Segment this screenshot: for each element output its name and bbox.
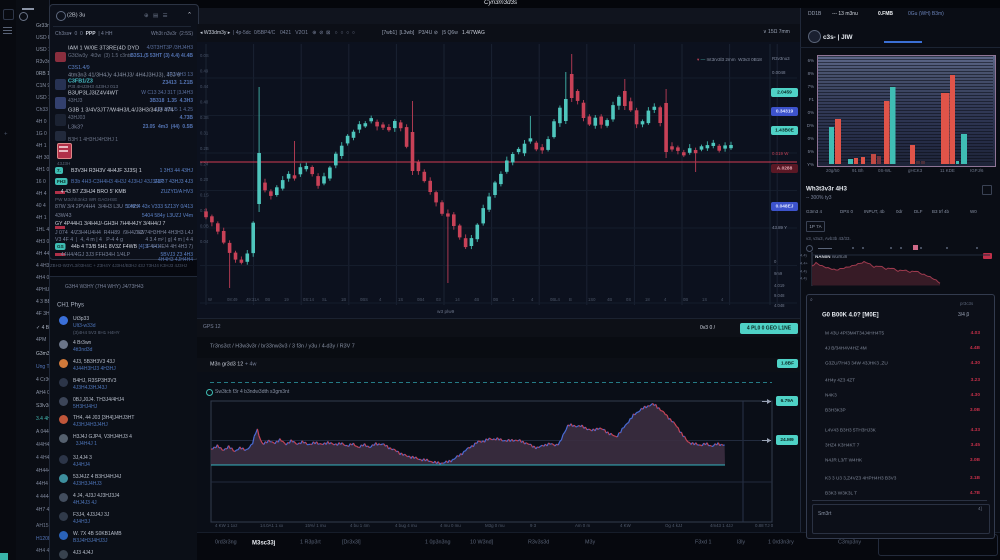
svg-text:M3g 0 mu: M3g 0 mu <box>485 523 505 528</box>
svg-text:4: 4 <box>721 297 724 302</box>
svg-text:0B: 0B <box>493 297 498 302</box>
svg-text:1S: 1S <box>702 297 707 302</box>
svg-text:B: B <box>569 297 572 302</box>
svg-text:0B: 0B <box>683 297 688 302</box>
svg-text:1S0: 1S0 <box>588 297 596 302</box>
svg-text:18: 18 <box>645 297 650 302</box>
svg-text:4: 4 <box>379 297 382 302</box>
svg-text:0.3S: 0.3S <box>200 115 209 120</box>
svg-text:9 3: 9 3 <box>530 523 537 528</box>
svg-text:15%/ 1 mu: 15%/ 1 mu <box>305 523 327 528</box>
svg-text:0.20: 0.20 <box>200 177 209 182</box>
svg-text:19: 19 <box>284 297 289 302</box>
svg-text:49:31A: 49:31A <box>246 297 259 302</box>
svg-text:4: 4 <box>664 297 667 302</box>
svg-text:4m43 1 4JJ: 4m43 1 4JJ <box>710 523 733 528</box>
svg-text:4 mu 0 mu: 4 mu 0 mu <box>440 523 461 528</box>
svg-text:4: 4 <box>531 297 534 302</box>
svg-text:1B: 1B <box>341 297 346 302</box>
svg-text:4 KW 1 1xz: 4 KW 1 1xz <box>215 523 237 528</box>
svg-text:0.04: 0.04 <box>200 239 209 244</box>
svg-text:0BS: 0BS <box>360 297 368 302</box>
svg-text:08:49: 08:49 <box>227 297 238 302</box>
svg-text:4 bug 4 mu: 4 bug 4 mu <box>395 523 418 528</box>
svg-text:Am 0 m: Am 0 m <box>575 523 590 528</box>
svg-text:0S: 0S <box>626 297 631 302</box>
svg-text:1: 1 <box>512 297 515 302</box>
svg-text:14: 14 <box>455 297 460 302</box>
svg-text:4B: 4B <box>474 297 479 302</box>
svg-text:14.0A1 1 xx: 14.0A1 1 xx <box>260 523 284 528</box>
svg-text:SL: SL <box>322 297 328 302</box>
svg-text:Og 4 kJJ: Og 4 kJJ <box>665 523 682 528</box>
svg-text:1S: 1S <box>398 297 403 302</box>
svg-text:0.44: 0.44 <box>200 84 209 89</box>
svg-text:0B4: 0B4 <box>417 297 425 302</box>
svg-text:0.31: 0.31 <box>200 131 209 136</box>
svg-text:03: 03 <box>436 297 441 302</box>
svg-text:0S:14: 0S:14 <box>303 297 315 302</box>
svg-text:4B: 4B <box>607 297 612 302</box>
svg-text:0.49: 0.49 <box>200 69 209 74</box>
svg-text:0.1S: 0.1S <box>200 193 209 198</box>
svg-text:0.88 TJ 0: 0.88 TJ 0 <box>755 523 774 528</box>
svg-text:4 bu 1 4m: 4 bu 1 4m <box>350 523 370 528</box>
svg-text:W: W <box>208 297 212 302</box>
svg-text:0.0S: 0.0S <box>200 53 209 58</box>
svg-text:0BL4: 0BL4 <box>550 297 560 302</box>
svg-text:0B: 0B <box>265 297 270 302</box>
svg-text:0.40: 0.40 <box>200 100 209 105</box>
svg-text:0.0B: 0.0B <box>200 224 209 229</box>
svg-text:4 KW: 4 KW <box>620 523 632 528</box>
svg-text:0.2B: 0.2B <box>200 146 209 151</box>
